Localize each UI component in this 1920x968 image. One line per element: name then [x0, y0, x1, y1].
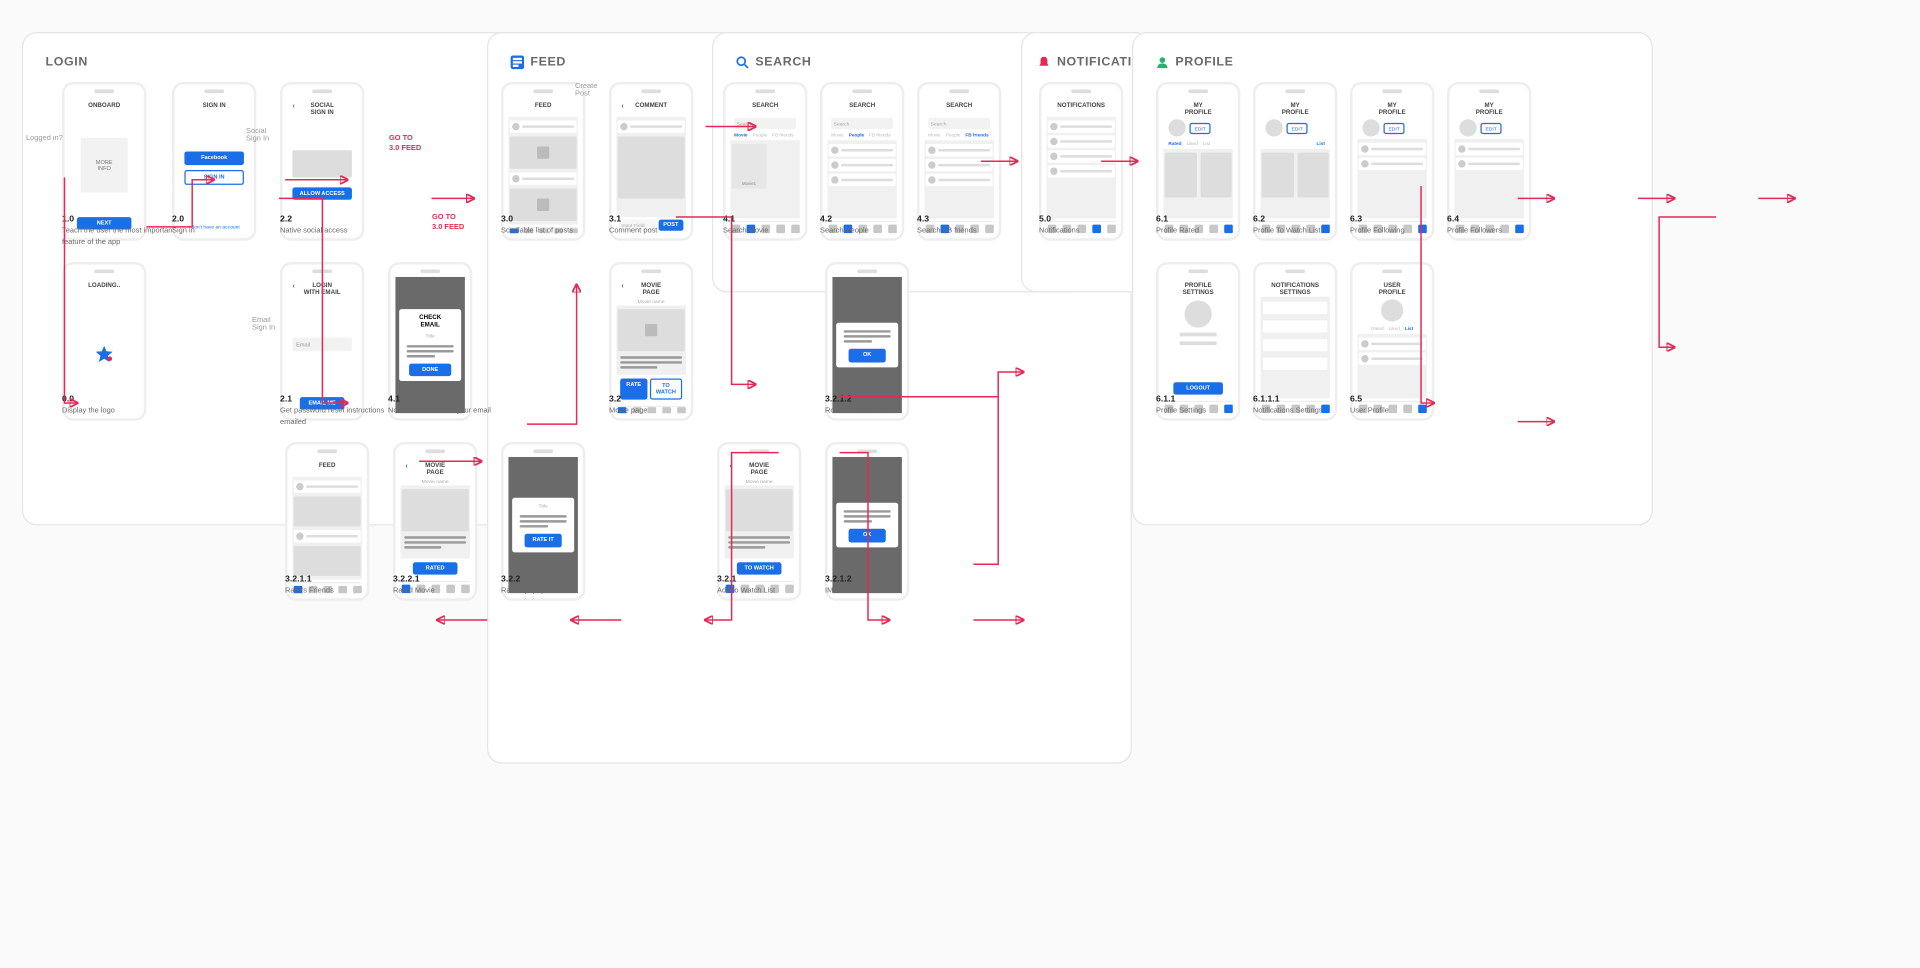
- feed-icon: [511, 56, 525, 70]
- list-item[interactable]: [1048, 150, 1115, 162]
- cap-42s: 4.2Search People: [820, 214, 869, 237]
- title-search: SEARCH: [736, 56, 812, 70]
- cap-3-2: 3.2Movie page: [609, 394, 647, 417]
- label-logged-in: Logged in?: [26, 135, 63, 142]
- ok-button[interactable]: OK: [849, 529, 885, 542]
- cap-65: 6.5User Profile: [1350, 394, 1389, 417]
- cap-63: 6.3Profile Following: [1350, 214, 1405, 237]
- cap-611: 6.1.1Profile Settings: [1156, 394, 1206, 417]
- email-field[interactable]: Email: [292, 338, 352, 352]
- ok-button[interactable]: OK: [849, 349, 885, 362]
- list-item[interactable]: [294, 530, 361, 542]
- edit-button[interactable]: EDIT: [1480, 122, 1501, 133]
- list-item[interactable]: [618, 120, 685, 132]
- cap-6111: 6.1.1.1Notifications Settings: [1253, 394, 1322, 417]
- goto-feed-1: GO TO 3.0 FEED: [389, 135, 421, 154]
- title-login: LOGIN: [46, 56, 88, 70]
- list-item[interactable]: [510, 173, 577, 185]
- avatar: [1381, 299, 1403, 321]
- done-button[interactable]: DONE: [409, 363, 451, 376]
- cap-3212a: 3.2.1.2Rotetten Tomatoes: [825, 394, 887, 417]
- list-item[interactable]: [1048, 165, 1115, 177]
- cap-43s: 4.3Search FB friends: [917, 214, 977, 237]
- profile-icon: [1156, 56, 1170, 70]
- cap-41s: 4.1Search Movie: [723, 214, 768, 237]
- rate-it-button[interactable]: RATE IT: [525, 534, 561, 547]
- search-input[interactable]: Search: [928, 118, 990, 129]
- bell-icon: [1037, 56, 1051, 70]
- label-create-post: Create Post: [575, 83, 597, 98]
- cap-3-0: 3.0Scrollable list of posts: [501, 214, 573, 237]
- cap-2-0: 2.0Sign in: [172, 214, 195, 237]
- edit-button[interactable]: EDIT: [1286, 122, 1307, 133]
- list-item[interactable]: [829, 144, 896, 156]
- list-item[interactable]: [294, 480, 361, 492]
- search-input[interactable]: Search: [734, 118, 796, 129]
- to-watch-button[interactable]: TO WATCH: [650, 379, 682, 400]
- list-item[interactable]: [1359, 353, 1426, 365]
- post-button[interactable]: POST: [658, 220, 683, 231]
- image-icon: [537, 199, 549, 211]
- list-item[interactable]: [1048, 135, 1115, 147]
- logout-button[interactable]: LOGOUT: [1173, 382, 1223, 395]
- cap-1-0: 1.0Teach the user the most important fea…: [62, 214, 186, 247]
- cap-2-1: 2.1Get password reset instructions email…: [280, 394, 404, 427]
- cap-3221: 3.2.2.1Rated Movie: [393, 574, 435, 597]
- list-item[interactable]: [1359, 158, 1426, 170]
- goto-feed-2: GO TO 3.0 FEED: [432, 214, 464, 233]
- allow-access-button[interactable]: ALLOW ACCESS: [292, 187, 352, 200]
- list-item[interactable]: [1456, 143, 1523, 155]
- list-item[interactable]: [1456, 158, 1523, 170]
- edit-button[interactable]: EDIT: [1189, 122, 1210, 133]
- cap-62: 6.2Profile To Watch List: [1253, 214, 1320, 237]
- title-profile: PROFILE: [1156, 56, 1234, 70]
- cap-0-0: 0.0Display the logo: [62, 394, 186, 417]
- list-item[interactable]: [926, 144, 993, 156]
- label-social-signin: Social Sign In: [246, 128, 269, 143]
- cap-3212b: 3.2.1.2IMDb: [825, 574, 852, 597]
- search-icon: [736, 56, 750, 70]
- cap-64: 6.4Profile Followers: [1447, 214, 1502, 237]
- signin-button[interactable]: SIGN IN: [184, 169, 244, 185]
- image-icon: [645, 324, 657, 336]
- image-icon: [537, 146, 549, 158]
- rated-button[interactable]: RATED: [413, 562, 458, 575]
- cap-50: 5.0Notifications: [1039, 214, 1080, 237]
- list-item[interactable]: [1048, 120, 1115, 132]
- avatar: [1185, 300, 1212, 327]
- list-item[interactable]: Movie1: [732, 144, 767, 189]
- cap-2-2: 2.2Native social access: [280, 214, 347, 237]
- star-icon: [93, 344, 115, 366]
- cap-4-1: 4.1Notification to check your email: [388, 394, 500, 417]
- cap-322: 3.2.2Rate it popup: [501, 574, 545, 597]
- cap-61: 6.1Profile Rated: [1156, 214, 1199, 237]
- search-input[interactable]: Search: [831, 118, 893, 129]
- info-card: MORE INFO: [81, 137, 128, 192]
- to-watch-button[interactable]: TO WATCH: [737, 562, 782, 575]
- cap-3-1: 3.1Comment post: [609, 214, 657, 237]
- list-item[interactable]: [829, 159, 896, 171]
- list-item[interactable]: [829, 174, 896, 186]
- list-item[interactable]: [1359, 338, 1426, 350]
- list-item[interactable]: [926, 159, 993, 171]
- label-email-signin: Email Sign In: [252, 317, 275, 332]
- title-feed: FEED: [511, 56, 566, 70]
- facebook-button[interactable]: Facebook: [184, 151, 244, 164]
- cap-3211: 3.2.1.1Raters Friends: [285, 574, 334, 597]
- edit-button[interactable]: EDIT: [1383, 122, 1404, 133]
- list-item[interactable]: [1359, 143, 1426, 155]
- cap-321: 3.2.1Add to Watch List: [717, 574, 775, 597]
- list-item[interactable]: [510, 120, 577, 132]
- list-item[interactable]: [926, 174, 993, 186]
